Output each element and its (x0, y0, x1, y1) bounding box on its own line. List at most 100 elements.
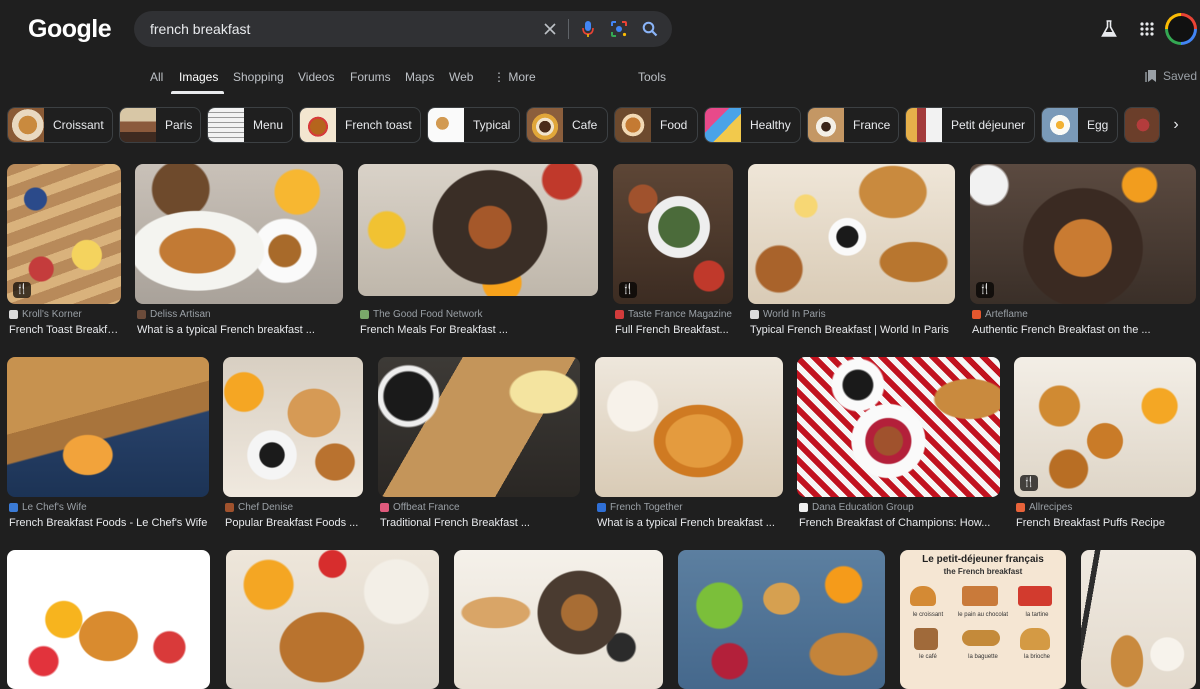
result-thumbnail[interactable]: 🍴 (1014, 357, 1196, 497)
image-result[interactable] (7, 550, 210, 689)
image-result[interactable]: Deliss Artisan What is a typical French … (135, 164, 343, 339)
clear-icon[interactable] (540, 19, 560, 39)
result-thumbnail[interactable] (1081, 550, 1196, 689)
result-thumbnail[interactable] (223, 357, 363, 497)
chip-healthy[interactable]: Healthy (704, 107, 801, 143)
microphone-icon[interactable] (578, 19, 598, 39)
search-box[interactable] (134, 11, 672, 47)
chip-menu[interactable]: Menu (207, 107, 293, 143)
recipe-badge-icon: 🍴 (976, 282, 994, 298)
result-title[interactable]: Traditional French Breakfast ... (380, 517, 580, 529)
result-source: Deliss Artisan (137, 309, 211, 320)
recipe-badge-icon: 🍴 (1020, 475, 1038, 491)
pain-au-chocolat-illustration (962, 586, 998, 606)
result-thumbnail[interactable] (748, 164, 955, 304)
account-avatar[interactable] (1165, 13, 1197, 45)
result-source: Allrecipes (1016, 502, 1072, 513)
chip-typical[interactable]: Typical (427, 107, 520, 143)
croissant-illustration (910, 586, 936, 606)
result-title[interactable]: French Breakfast Puffs Recipe (1016, 517, 1196, 529)
image-result[interactable]: Le Chef's Wife French Breakfast Foods - … (7, 357, 209, 532)
result-title[interactable]: What is a typical French breakfast ... (137, 324, 343, 336)
chip-thumbnail (300, 108, 336, 142)
apps-grid-icon[interactable] (1134, 15, 1160, 43)
chips-scroll-right-icon[interactable]: › (1163, 107, 1189, 143)
tab-forums[interactable]: Forums (350, 70, 391, 84)
source-name: World In Paris (763, 309, 826, 320)
result-title[interactable]: Full French Breakfast... (615, 324, 733, 336)
image-result[interactable]: 🍴 Allrecipes French Breakfast Puffs Reci… (1014, 357, 1196, 532)
chip-cafe[interactable]: Cafe (526, 107, 608, 143)
google-logo[interactable]: Google (28, 15, 112, 44)
chip-egg[interactable]: Egg (1041, 107, 1118, 143)
tab-shopping[interactable]: Shopping (233, 70, 284, 84)
lens-icon[interactable] (609, 19, 629, 39)
chip-paris[interactable]: Paris (119, 107, 201, 143)
result-thumbnail[interactable] (678, 550, 885, 689)
chip-partial[interactable] (1124, 107, 1160, 143)
tools-button[interactable]: Tools (638, 70, 666, 84)
chip-petit-dejeuner[interactable]: Petit déjeuner (905, 107, 1035, 143)
tab-all[interactable]: All (150, 70, 163, 84)
result-thumbnail[interactable] (7, 550, 210, 689)
chip-label: Paris (165, 118, 193, 132)
tab-web[interactable]: Web (449, 70, 473, 84)
result-title[interactable]: What is a typical French breakfast ... (597, 517, 783, 529)
result-thumbnail[interactable]: 🍴 (970, 164, 1196, 304)
image-result[interactable] (1081, 550, 1196, 689)
chip-croissant[interactable]: Croissant (7, 107, 113, 143)
chip-label: Egg (1087, 118, 1109, 132)
labs-flask-icon[interactable] (1096, 15, 1122, 43)
chip-france[interactable]: France (807, 107, 899, 143)
search-icon[interactable] (640, 19, 660, 39)
tab-maps[interactable]: Maps (405, 70, 434, 84)
result-title[interactable]: Popular Breakfast Foods ... (225, 517, 363, 529)
result-thumbnail[interactable] (358, 164, 598, 296)
image-result[interactable]: Le petit-déjeuner français the French br… (900, 550, 1066, 689)
result-title[interactable]: French Toast Breakfast... (9, 324, 121, 336)
result-title[interactable]: French Breakfast Foods - Le Chef's Wife (9, 517, 209, 529)
tab-videos[interactable]: Videos (298, 70, 334, 84)
result-thumbnail[interactable] (7, 357, 209, 497)
result-title[interactable]: Typical French Breakfast | World In Pari… (750, 324, 955, 336)
image-result[interactable] (226, 550, 439, 689)
poster-item: la tartine (1025, 612, 1049, 618)
image-result[interactable]: Dana Education Group French Breakfast of… (797, 357, 1000, 532)
image-result[interactable] (678, 550, 885, 689)
search-input[interactable] (150, 11, 530, 47)
image-result[interactable]: The Good Food Network French Meals For B… (358, 164, 598, 339)
favicon-icon (1016, 503, 1025, 512)
result-title[interactable]: French Meals For Breakfast ... (360, 324, 598, 336)
image-result[interactable]: Chef Denise Popular Breakfast Foods ... (223, 357, 363, 532)
chip-label: Typical (473, 118, 511, 132)
image-result[interactable]: 🍴 Taste France Magazine Full French Brea… (613, 164, 733, 339)
chip-french-toast[interactable]: French toast (299, 107, 421, 143)
result-thumbnail[interactable]: 🍴 (613, 164, 733, 304)
image-result[interactable]: World In Paris Typical French Breakfast … (748, 164, 955, 339)
result-thumbnail[interactable]: Le petit-déjeuner français the French br… (900, 550, 1066, 689)
result-title[interactable]: Authentic French Breakfast on the ... (972, 324, 1196, 336)
result-thumbnail[interactable] (595, 357, 783, 497)
image-result[interactable]: Offbeat France Traditional French Breakf… (378, 357, 580, 532)
image-result[interactable]: 🍴 Arteflame Authentic French Breakfast o… (970, 164, 1196, 339)
result-thumbnail[interactable] (454, 550, 663, 689)
tab-more[interactable]: ⋮ More (493, 70, 536, 84)
result-thumbnail[interactable] (135, 164, 343, 304)
favicon-icon (225, 503, 234, 512)
result-thumbnail[interactable] (378, 357, 580, 497)
result-source: Le Chef's Wife (9, 502, 87, 513)
result-thumbnail[interactable] (226, 550, 439, 689)
chip-label: France (853, 118, 891, 132)
result-source: French Together (597, 502, 683, 513)
result-title[interactable]: French Breakfast of Champions: How... (799, 517, 1000, 529)
result-thumbnail[interactable]: 🍴 (7, 164, 121, 304)
image-result[interactable] (454, 550, 663, 689)
result-thumbnail[interactable] (797, 357, 1000, 497)
baguette-illustration (962, 630, 1000, 646)
tab-images[interactable]: Images (179, 70, 218, 84)
saved-link[interactable]: Saved (1145, 69, 1197, 83)
image-result[interactable]: 🍴 Kroll's Korner French Toast Breakfast.… (7, 164, 121, 339)
chip-food[interactable]: Food (614, 107, 698, 143)
image-result[interactable]: French Together What is a typical French… (595, 357, 783, 532)
source-name: Offbeat France (393, 502, 460, 513)
